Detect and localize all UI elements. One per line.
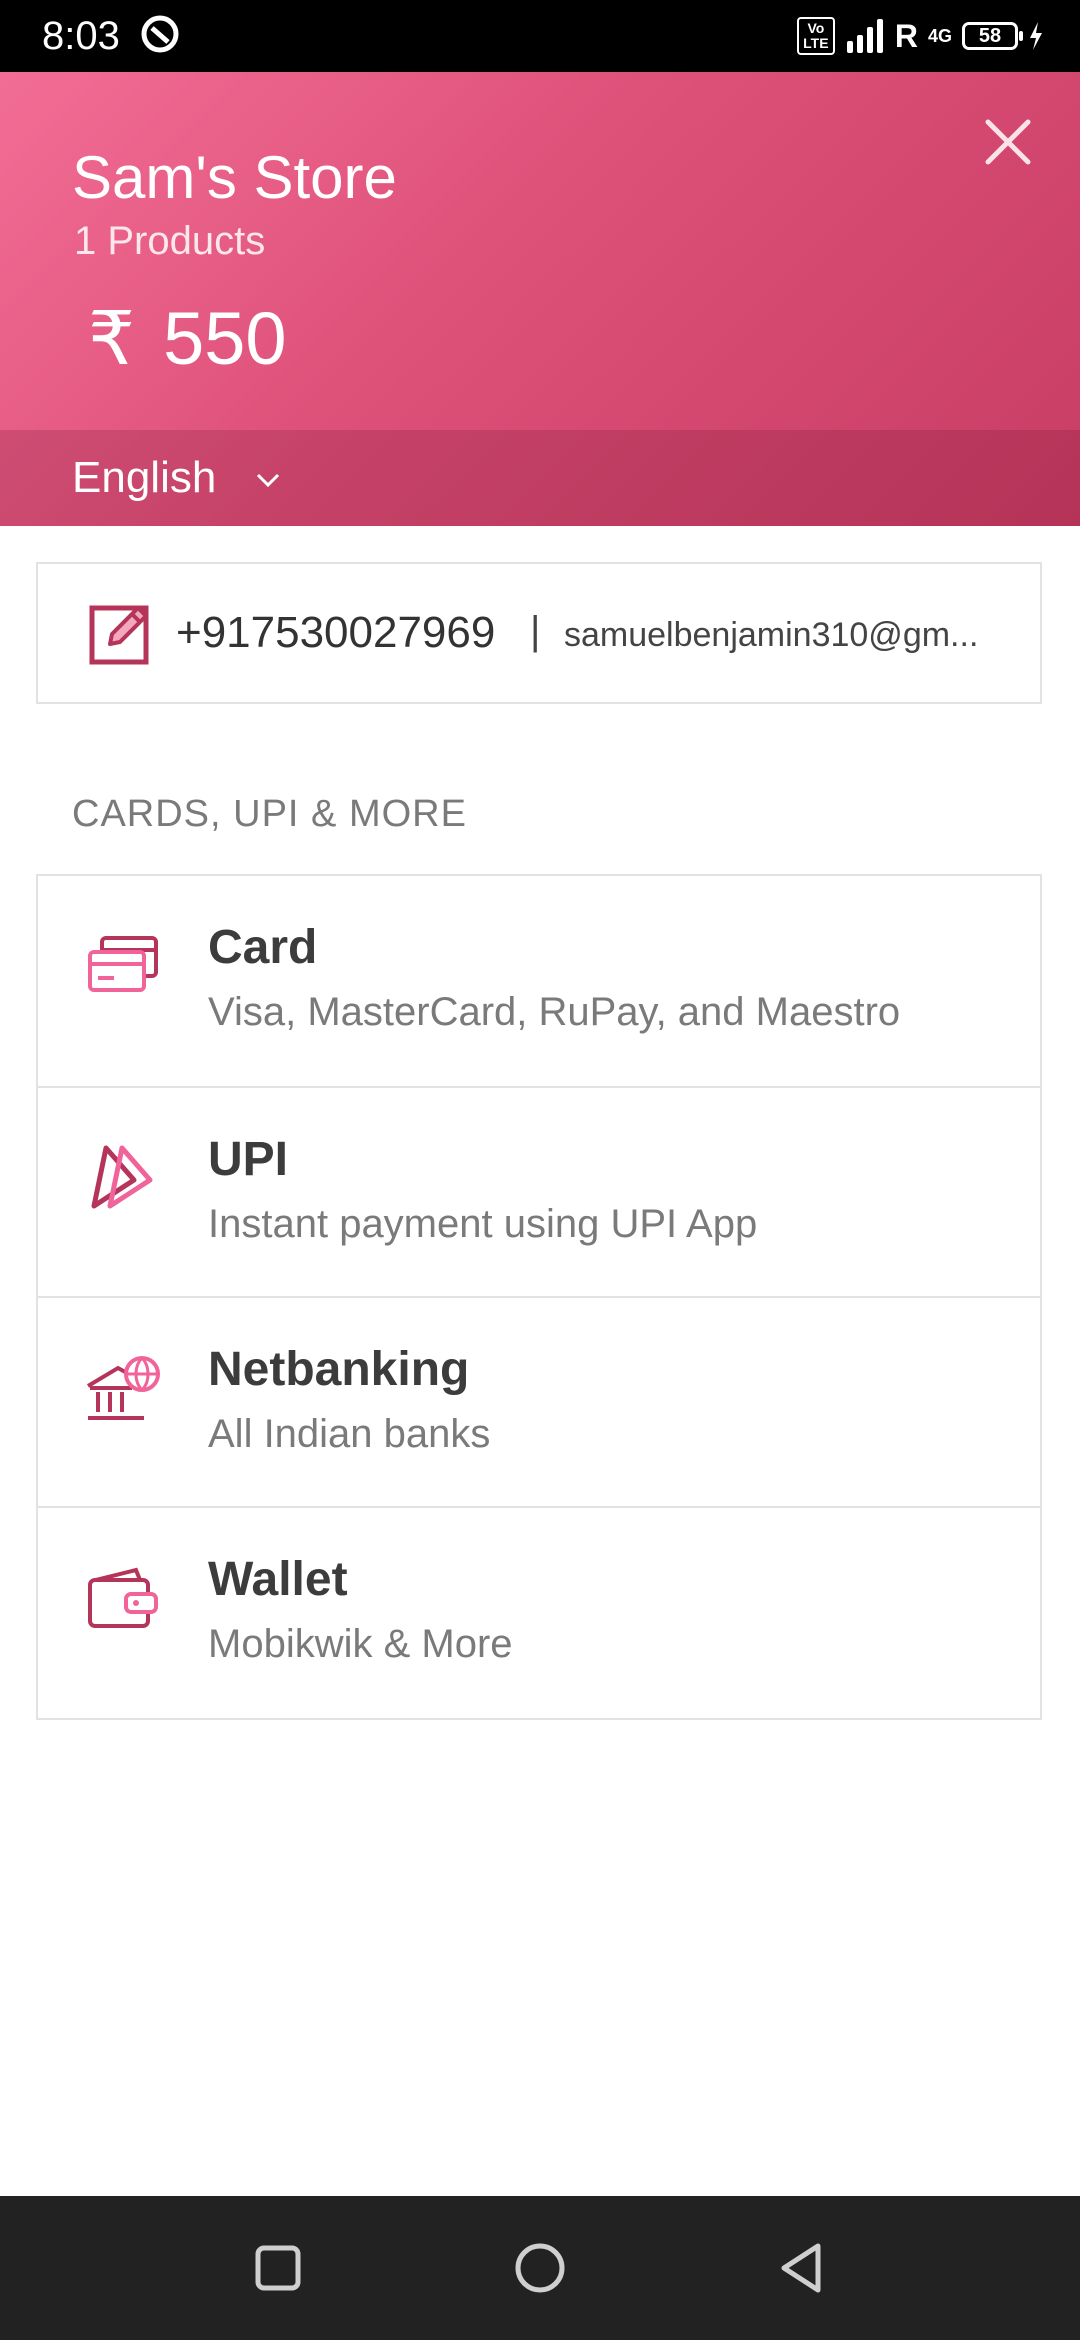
method-subtitle: All Indian banks: [208, 1412, 491, 1456]
method-title: Wallet: [208, 1553, 348, 1606]
payment-method-card[interactable]: Card Visa, MasterCard, RuPay, and Maestr…: [38, 876, 1040, 1086]
network-type: 4G: [927, 26, 952, 46]
close-icon[interactable]: [982, 116, 1034, 168]
payment-method-wallet[interactable]: Wallet Mobikwik & More: [38, 1506, 1040, 1716]
status-time: 8:03: [42, 14, 120, 58]
volte-icon: Vo LTE: [796, 17, 835, 55]
upi-icon: [91, 1145, 153, 1209]
signal-icon: [846, 19, 883, 53]
chevron-down-icon: [256, 473, 280, 488]
payment-method-netbanking[interactable]: Netbanking All Indian banks: [38, 1296, 1040, 1506]
home-icon[interactable]: [508, 2236, 572, 2300]
method-subtitle: Instant payment using UPI App: [208, 1202, 758, 1246]
payment-methods: Card Visa, MasterCard, RuPay, and Maestr…: [36, 874, 1042, 1720]
payment-method-upi[interactable]: UPI Instant payment using UPI App: [38, 1086, 1040, 1296]
amount-value: 550: [163, 297, 287, 380]
card-icon: [88, 936, 158, 992]
checkout-header: Sam's Store 1 Products ₹550 English: [0, 72, 1080, 526]
system-nav-bar: [0, 2196, 1080, 2340]
battery-level: 58: [978, 25, 1002, 47]
recents-icon[interactable]: [246, 2236, 310, 2300]
battery-icon: 58: [962, 22, 1023, 50]
sync-icon: [141, 15, 179, 53]
method-subtitle: Mobikwik & More: [208, 1622, 513, 1666]
method-title: Netbanking: [208, 1343, 470, 1396]
email-address: samuelbenjamin310@gm...: [564, 616, 979, 654]
phone-number: +917530027969: [176, 608, 496, 657]
back-icon[interactable]: [770, 2236, 834, 2300]
method-title: Card: [208, 921, 318, 974]
separator: |: [530, 609, 541, 653]
section-title: CARDS, UPI & MORE: [72, 793, 467, 835]
bank-icon: [86, 1356, 160, 1420]
store-name: Sam's Store: [72, 144, 397, 211]
currency-symbol: ₹: [88, 297, 136, 380]
method-subtitle: Visa, MasterCard, RuPay, and Maestro: [208, 990, 901, 1034]
language-label: English: [72, 453, 217, 502]
contact-details[interactable]: +917530027969 | samuelbenjamin310@gm...: [36, 562, 1042, 704]
edit-icon[interactable]: [88, 600, 154, 666]
status-icons: Vo LTE R 4G 58: [796, 12, 1044, 60]
total-amount: ₹550: [88, 294, 287, 384]
product-count: 1 Products: [74, 219, 266, 263]
status-bar: 8:03 Vo LTE R 4G 58: [0, 0, 1080, 72]
language-selector[interactable]: English: [0, 430, 1080, 526]
roaming-indicator: R: [894, 17, 918, 54]
method-title: UPI: [208, 1133, 289, 1186]
charging-icon: [1030, 22, 1042, 50]
wallet-icon: [88, 1567, 158, 1628]
